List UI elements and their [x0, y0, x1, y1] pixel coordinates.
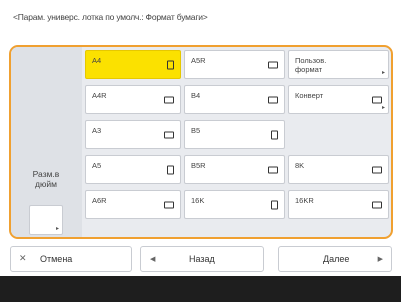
size-button-16k[interactable]: 16K: [184, 190, 285, 219]
size-button-a4[interactable]: A4: [85, 50, 181, 79]
arrow-right-icon: ▶: [377, 256, 383, 263]
inch-size-column: Разм.в дюйм ▸: [11, 47, 82, 237]
custom-size-button[interactable]: Пользов. формат ▸: [288, 50, 389, 79]
portrait-paper-icon: [271, 200, 278, 209]
action-bar: ✕ Отмена ◀ Назад Далее ▶: [0, 246, 401, 272]
size-button-b5r[interactable]: B5R: [184, 155, 285, 184]
cancel-button[interactable]: ✕ Отмена: [10, 246, 132, 272]
landscape-paper-icon: [268, 96, 278, 103]
envelope-icon: [372, 96, 382, 103]
size-button-b5[interactable]: B5: [184, 120, 285, 149]
size-button-a6r[interactable]: A6R: [85, 190, 181, 219]
inch-size-button[interactable]: ▸: [29, 205, 63, 235]
submenu-arrow-icon: ▸: [381, 70, 385, 76]
landscape-paper-icon: [372, 166, 382, 173]
size-button-16kr[interactable]: 16KR: [288, 190, 389, 219]
size-button-a5r[interactable]: A5R: [184, 50, 285, 79]
landscape-paper-icon: [164, 96, 174, 103]
page-title: <Парам. универс. лотка по умолч.: Формат…: [13, 12, 208, 22]
size-button-a5[interactable]: A5: [85, 155, 181, 184]
submenu-arrow-icon: ▸: [55, 226, 59, 232]
paper-size-panel: Разм.в дюйм ▸ A4 A5R Пользов. формат ▸ A…: [9, 45, 393, 239]
landscape-paper-icon: [164, 201, 174, 208]
portrait-paper-icon: [167, 165, 174, 174]
next-button[interactable]: Далее ▶: [278, 246, 392, 272]
landscape-paper-icon: [268, 61, 278, 68]
close-icon: ✕: [19, 253, 27, 263]
size-button-8k[interactable]: 8K: [288, 155, 389, 184]
submenu-arrow-icon: ▸: [381, 105, 385, 111]
size-button-a4r[interactable]: A4R: [85, 85, 181, 114]
status-bar: [0, 276, 401, 302]
envelope-button[interactable]: Конверт ▸: [288, 85, 389, 114]
inch-size-label: Разм.в дюйм: [32, 169, 60, 189]
arrow-left-icon: ◀: [150, 256, 156, 263]
size-button-b4[interactable]: B4: [184, 85, 285, 114]
back-button[interactable]: ◀ Назад: [140, 246, 264, 272]
landscape-paper-icon: [164, 131, 174, 138]
size-button-a3[interactable]: A3: [85, 120, 181, 149]
landscape-paper-icon: [372, 201, 382, 208]
portrait-paper-icon: [167, 60, 174, 69]
portrait-paper-icon: [271, 130, 278, 139]
landscape-paper-icon: [268, 166, 278, 173]
